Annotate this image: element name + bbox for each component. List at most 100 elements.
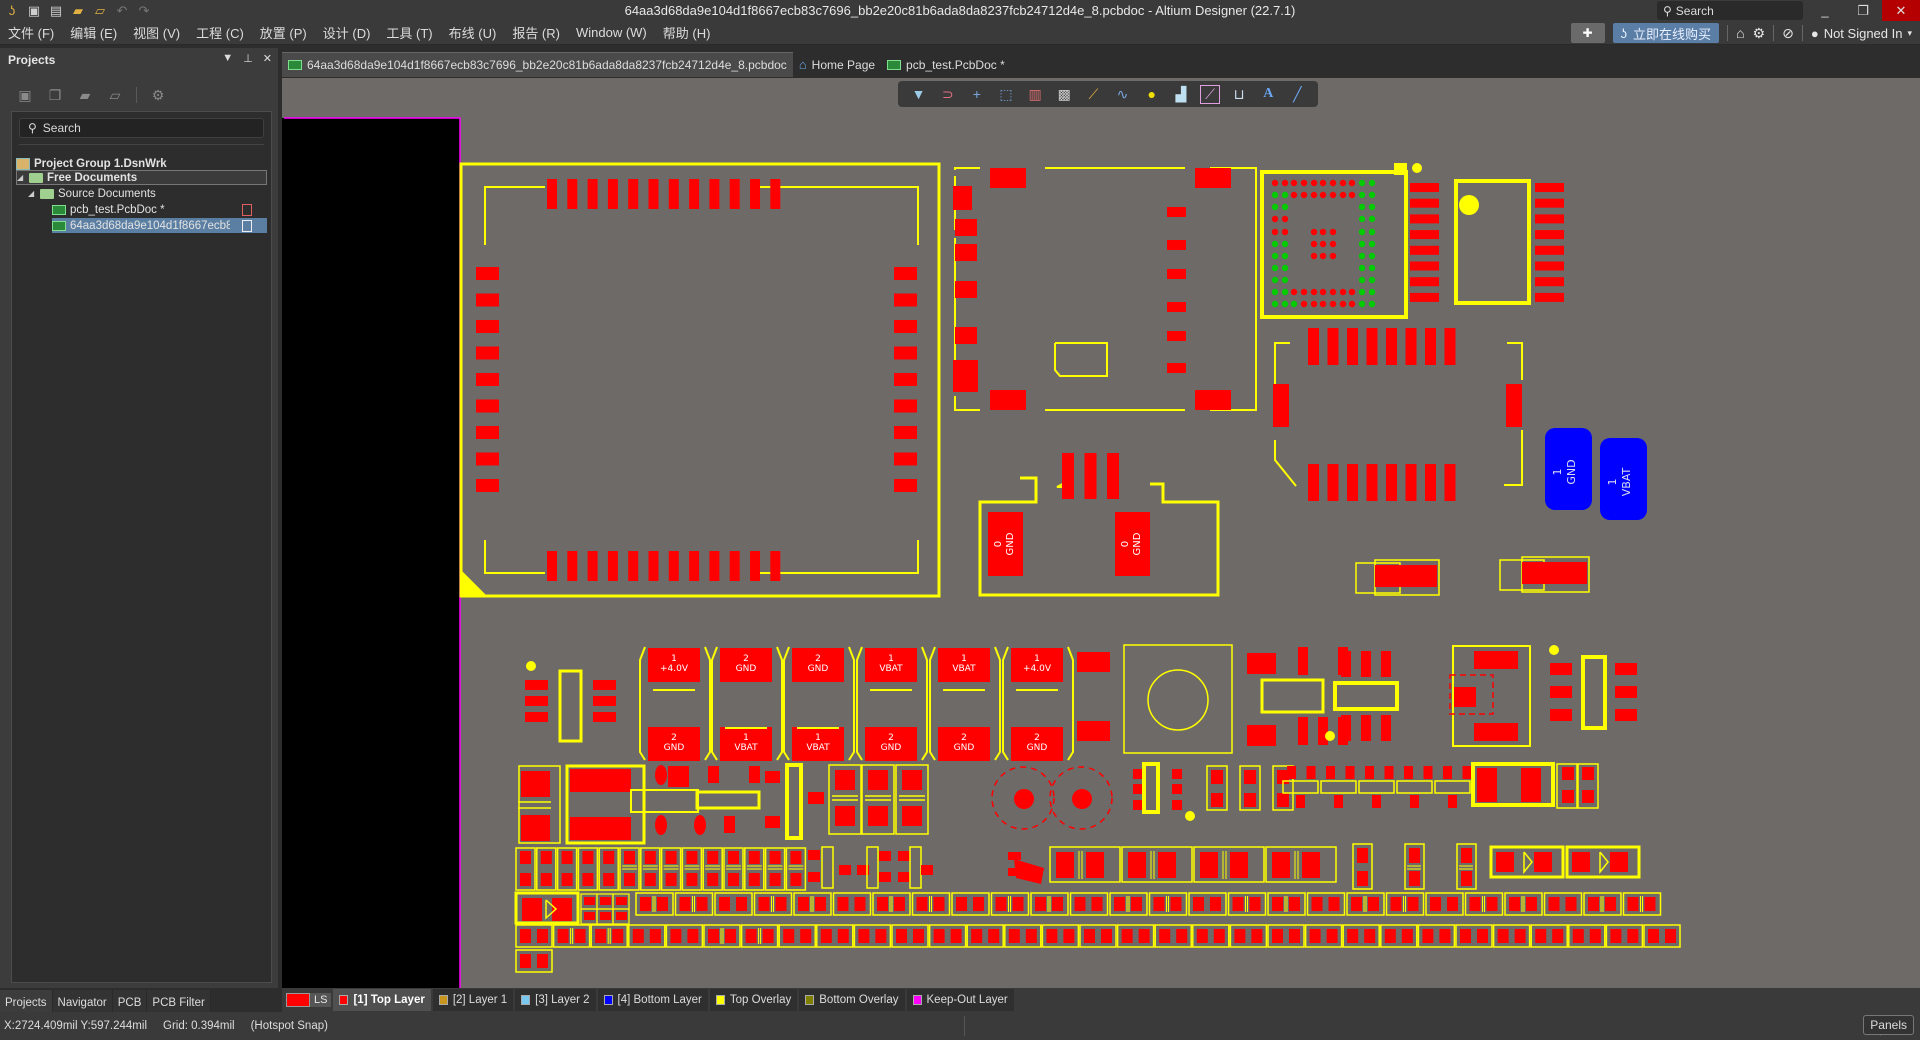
gear-icon[interactable]: ⚙ <box>1753 25 1766 42</box>
menu-place[interactable]: 放置 (P) <box>252 23 315 42</box>
save-all-icon[interactable]: ▤ <box>48 3 64 19</box>
smd-pad <box>1251 929 1263 943</box>
tree-item-label: Project Group 1.DsnWrk <box>34 157 167 170</box>
undo-icon[interactable]: ↶ <box>114 3 130 19</box>
menu-file[interactable]: 文件 (F) <box>0 23 62 42</box>
menu-reports[interactable]: 报告 (R) <box>504 23 568 42</box>
dot <box>1325 731 1335 741</box>
layer-set-button[interactable]: LS <box>286 990 332 1010</box>
smd-pad <box>1133 784 1143 794</box>
redo-icon[interactable]: ↷ <box>136 3 152 19</box>
doc-tab-current-pcbdoc[interactable]: 64aa3d68da9e104d1f8667ecb83c7696_bb2e20c… <box>282 52 793 77</box>
notifications-off-icon[interactable]: ⊘ <box>1782 25 1794 42</box>
smd-pad <box>1461 848 1472 863</box>
tree-item-pcb-test[interactable]: pcb_test.PcbDoc * <box>52 202 252 217</box>
module-pad-left <box>476 399 499 413</box>
layer-tab-keepout[interactable]: Keep-Out Layer <box>906 989 1014 1011</box>
module-pad-bottom <box>729 551 740 581</box>
via-icon[interactable]: ● <box>1142 86 1162 102</box>
crosshair-icon[interactable]: + <box>967 86 987 102</box>
route-icon[interactable]: ⟋ <box>1083 86 1103 103</box>
menu-edit[interactable]: 编辑 (E) <box>62 23 125 42</box>
save-icon[interactable]: ▣ <box>16 86 34 104</box>
pad-number: 2 <box>1034 733 1040 743</box>
bga-ball <box>1329 288 1337 296</box>
draw-line-icon[interactable]: ╱ <box>1287 86 1307 103</box>
silkscreen-outline <box>1260 678 1325 714</box>
copy-docs-icon[interactable]: ❐ <box>46 86 64 104</box>
menu-view[interactable]: 视图 (V) <box>125 23 188 42</box>
smd-pad <box>995 897 1007 911</box>
select-rect-icon[interactable]: ⬚ <box>996 86 1016 103</box>
expand-arrow-icon[interactable]: ◢ <box>17 173 25 182</box>
layer-tab-top[interactable]: [1] Top Layer <box>333 989 431 1011</box>
restore-button[interactable]: ❐ <box>1844 0 1882 21</box>
smd-pad <box>1244 793 1256 807</box>
smd-pad <box>1159 929 1171 943</box>
user-account-button[interactable]: ● Not Signed In ▾ <box>1811 26 1912 41</box>
ic-pad-right <box>1535 183 1564 192</box>
doc-tab-home-page[interactable]: ⌂ Home Page <box>793 52 881 77</box>
tree-item-current-pcbdoc[interactable]: 64aa3d68da9e104d1f8667ecb8: <box>52 218 267 233</box>
layer-tab-layer2[interactable]: [3] Layer 2 <box>515 989 596 1011</box>
filter-icon[interactable]: ▼ <box>909 86 929 102</box>
global-search-input[interactable]: ⚲ Search <box>1657 1 1803 20</box>
polygon-icon[interactable]: ▟ <box>1171 86 1191 103</box>
open-icon[interactable]: ▰ <box>70 3 86 19</box>
text-icon[interactable]: A <box>1258 86 1278 102</box>
pad-net: GND <box>808 664 829 674</box>
menu-tools[interactable]: 工具 (T) <box>378 23 440 42</box>
folder-icon <box>29 172 43 183</box>
menu-design[interactable]: 设计 (D) <box>315 23 379 42</box>
feedback-button[interactable]: ✚ <box>1570 23 1605 43</box>
tree-item-source-documents[interactable]: ◢ Source Documents <box>28 186 156 201</box>
menu-window[interactable]: Window (W) <box>568 25 655 40</box>
folder-search-icon[interactable]: ▰ <box>76 86 94 104</box>
bga-ball <box>1300 179 1308 187</box>
dimension-icon[interactable]: ⊔ <box>1229 86 1249 103</box>
smd-pad <box>837 929 849 943</box>
menu-project[interactable]: 工程 (C) <box>188 23 252 42</box>
smd-pad <box>748 851 760 864</box>
layer-tab-top-overlay[interactable]: Top Overlay <box>709 989 798 1011</box>
menu-help[interactable]: 帮助 (H) <box>655 23 719 42</box>
expand-arrow-icon[interactable]: ◢ <box>28 189 36 198</box>
module-pad-left <box>476 293 499 307</box>
tree-item-project-group[interactable]: Project Group 1.DsnWrk <box>16 156 167 171</box>
panels-button[interactable]: Panels <box>1863 1015 1914 1035</box>
module-pad-top <box>567 179 578 209</box>
layer-tab-bottom-overlay[interactable]: Bottom Overlay <box>799 989 905 1011</box>
window-title: 64aa3d68da9e104d1f8667ecb83c7696_bb2e20c… <box>624 3 1296 18</box>
open-project-icon[interactable]: ▱ <box>92 3 108 19</box>
gear-icon[interactable]: ⚙ <box>149 86 167 104</box>
pin-icon[interactable]: ⊥ <box>243 52 253 65</box>
menu-route[interactable]: 布线 (U) <box>441 23 505 42</box>
doc-tab-pcb-test[interactable]: pcb_test.PcbDoc * <box>881 52 1011 77</box>
layer-tab-bottom[interactable]: [4] Bottom Layer <box>597 989 708 1011</box>
pcb-canvas[interactable]: 0 GND 0 GND 1 GND 1 VBAT 1 +4.0V 2 GND 2 GND 1 VBAT 2 GND… <box>282 78 1920 988</box>
align-icon[interactable]: ▥ <box>1025 86 1045 103</box>
project-search-input[interactable]: ⚲ Search <box>19 118 264 138</box>
folder-settings-icon[interactable]: ▱ <box>106 86 124 104</box>
home-icon[interactable]: ⌂ <box>1736 25 1744 41</box>
module-pad-right <box>894 479 917 492</box>
place-component-icon[interactable]: ▩ <box>1054 86 1074 103</box>
layer-tab-layer1[interactable]: [2] Layer 1 <box>432 989 514 1011</box>
module-pad-bottom <box>648 551 659 581</box>
tree-item-free-documents[interactable]: ◢ Free Documents <box>16 170 267 185</box>
module-pad-left <box>476 479 499 492</box>
diff-pair-icon[interactable]: ∿ <box>1113 86 1133 103</box>
panel-menu-icon[interactable]: ▼ <box>222 52 233 65</box>
buy-online-button[interactable]: ʖ 立即在线购买 <box>1612 23 1720 43</box>
line-icon[interactable]: ⟋ <box>1199 84 1220 104</box>
smd-pad <box>955 327 977 344</box>
bga-ball <box>1281 191 1289 199</box>
bga-ball <box>1271 240 1279 248</box>
save-icon[interactable]: ▣ <box>26 3 42 19</box>
close-icon[interactable]: ✕ <box>263 52 272 65</box>
ic-pad-left <box>1410 230 1439 240</box>
interactive-routing-icon[interactable]: ⊃ <box>938 86 958 103</box>
minimize-button[interactable]: _ <box>1806 0 1844 21</box>
pcb-drawing[interactable]: 0 GND 0 GND1 GND 1 VBAT1+4.0V2GND2GND1VBAT2GND… <box>282 78 1920 988</box>
close-button[interactable]: ✕ <box>1882 0 1920 21</box>
